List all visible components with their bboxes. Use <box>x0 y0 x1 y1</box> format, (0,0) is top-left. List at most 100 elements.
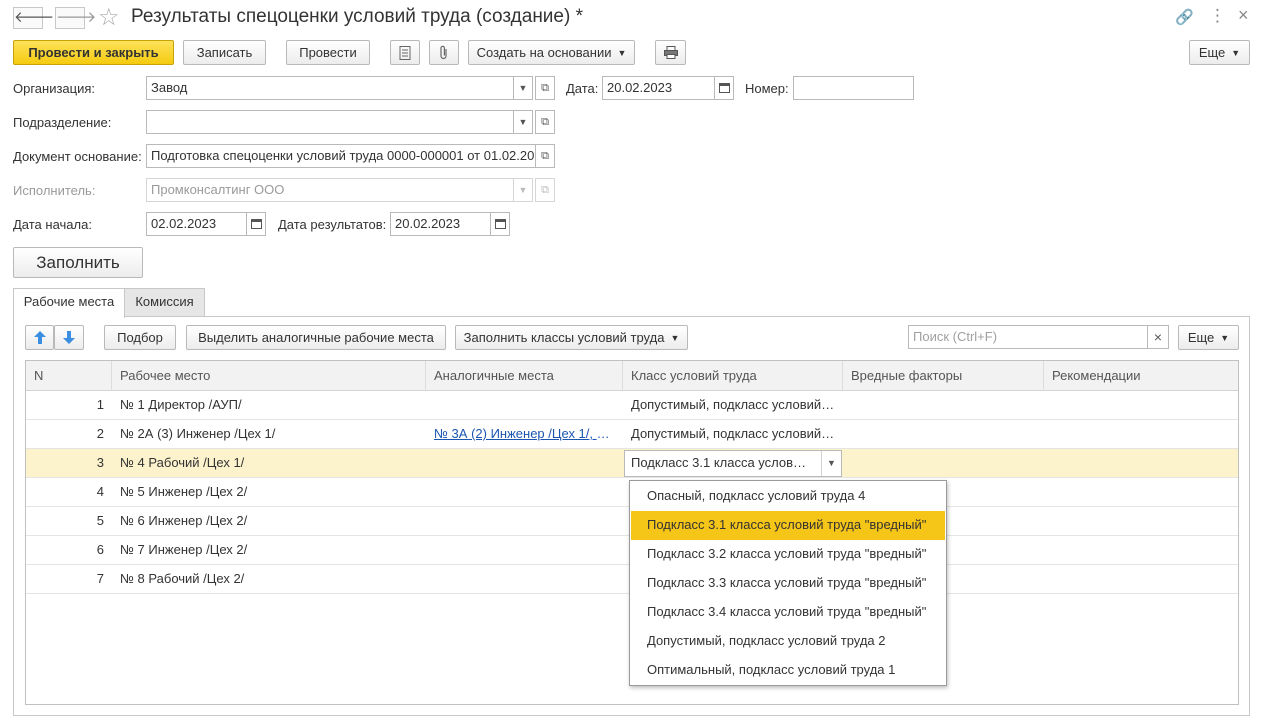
basis-document-label: Документ основание: <box>13 149 142 164</box>
class-dropdown-list: Опасный, подкласс условий труда 4 Подкла… <box>629 480 947 686</box>
organization-open-button[interactable]: ⧉ <box>535 76 555 100</box>
cell-similar[interactable]: № 3А (2) Инженер /Цех 1/, № 4А (2) Инжен… <box>426 420 623 449</box>
cell-similar[interactable] <box>426 565 623 594</box>
start-date-label: Дата начала: <box>13 217 92 232</box>
paperclip-icon <box>440 45 447 60</box>
tab-workplaces[interactable]: Рабочие места <box>13 288 125 318</box>
start-date-calendar-button[interactable] <box>246 212 266 236</box>
move-down-button[interactable] <box>54 325 84 350</box>
chevron-down-icon: ▼ <box>827 458 836 468</box>
table-row[interactable]: 1 № 1 Директор /АУП/ Допустимый, подклас… <box>26 391 1238 420</box>
fill-button[interactable]: Заполнить <box>13 247 143 278</box>
table-more-label: Еще <box>1187 330 1215 345</box>
date-calendar-button[interactable] <box>714 76 734 100</box>
department-field[interactable] <box>146 110 514 134</box>
select-button[interactable]: Подбор <box>104 325 176 350</box>
chevron-down-icon: ▼ <box>1220 333 1230 343</box>
start-date-field[interactable]: 02.02.2023 <box>146 212 247 236</box>
cell-recommendations <box>1044 565 1238 594</box>
cell-similar[interactable] <box>426 391 623 420</box>
move-up-button[interactable] <box>25 325 54 350</box>
close-icon: × <box>1153 329 1163 345</box>
department-dropdown-button[interactable]: ▼ <box>513 110 533 134</box>
fill-classes-label: Заполнить классы условий труда <box>463 330 665 345</box>
cell-workplace: № 2А (3) Инженер /Цех 1/ <box>120 426 276 441</box>
column-header-class[interactable]: Класс условий труда <box>623 361 843 391</box>
table-row-selected[interactable]: 3 № 4 Рабочий /Цех 1/ Подкласс 3.1 класс… <box>26 449 1238 478</box>
cell-recommendations <box>1044 536 1238 565</box>
cell-n: 2 <box>96 426 104 441</box>
back-button[interactable]: 🡐 <box>13 7 54 29</box>
save-button[interactable]: Записать <box>183 40 266 65</box>
search-clear-button[interactable]: × <box>1147 325 1169 349</box>
link-icon[interactable]: 🔗 <box>1175 8 1194 26</box>
chevron-down-icon: ▼ <box>1231 48 1241 58</box>
department-label: Подразделение: <box>13 115 112 130</box>
cell-n: 4 <box>96 484 104 499</box>
cell-similar[interactable] <box>426 449 623 478</box>
print-icon <box>663 46 678 59</box>
class-edit-value: Подкласс 3.1 класса условий труда <box>631 455 821 470</box>
more-label: Еще <box>1198 45 1226 60</box>
class-option[interactable]: Опасный, подкласс условий труда 4 <box>631 482 945 511</box>
column-header-factors[interactable]: Вредные факторы <box>843 361 1044 391</box>
date-field[interactable]: 20.02.2023 <box>602 76 715 100</box>
star-icon[interactable]: ☆ <box>98 3 120 32</box>
class-dropdown-button[interactable]: ▼ <box>821 451 841 476</box>
cell-recommendations <box>1044 391 1238 420</box>
search-input[interactable]: Поиск (Ctrl+F) <box>908 325 1148 349</box>
forward-button[interactable]: 🡒 <box>55 7 96 29</box>
column-header-workplace[interactable]: Рабочее место <box>112 361 426 391</box>
results-date-field[interactable]: 20.02.2023 <box>390 212 491 236</box>
print-button[interactable] <box>655 40 686 65</box>
arrow-right-icon: 🡒 <box>56 9 97 26</box>
post-button[interactable]: Провести <box>286 40 370 65</box>
column-header-recommendations[interactable]: Рекомендации <box>1044 361 1238 391</box>
table-more-button[interactable]: Еще ▼ <box>1178 325 1239 350</box>
basis-document-field[interactable]: Подготовка спецоценки условий труда 0000… <box>146 144 536 168</box>
list-button[interactable] <box>390 40 420 65</box>
more-button[interactable]: Еще ▼ <box>1189 40 1250 65</box>
window-title: Результаты спецоценки условий труда (соз… <box>131 6 583 27</box>
class-edit-field[interactable]: Подкласс 3.1 класса условий труда ▼ <box>624 450 842 477</box>
list-icon <box>399 46 411 60</box>
chevron-down-icon: ▼ <box>617 48 627 58</box>
arrow-left-icon: 🡐 <box>14 9 55 26</box>
department-open-button[interactable]: ⧉ <box>535 110 555 134</box>
cell-similar[interactable] <box>426 536 623 565</box>
class-option[interactable]: Оптимальный, подкласс условий труда 1 <box>631 656 945 685</box>
cell-similar[interactable] <box>426 507 623 536</box>
column-header-n[interactable]: N <box>26 361 112 391</box>
number-field[interactable] <box>793 76 914 100</box>
number-label: Номер: <box>745 81 789 96</box>
cell-similar[interactable] <box>426 478 623 507</box>
post-and-close-button[interactable]: Провести и закрыть <box>13 40 174 65</box>
cell-n: 1 <box>96 397 104 412</box>
create-based-on-button[interactable]: Создать на основании ▼ <box>468 40 635 65</box>
chevron-down-icon: ▼ <box>670 333 680 343</box>
class-option-highlighted[interactable]: Подкласс 3.1 класса условий труда "вредн… <box>631 511 945 540</box>
class-option[interactable]: Подкласс 3.3 класса условий труда "вредн… <box>631 569 945 598</box>
cell-workplace: № 4 Рабочий /Цех 1/ <box>120 455 245 470</box>
tab-commission[interactable]: Комиссия <box>124 288 205 316</box>
arrow-up-icon <box>33 331 46 344</box>
cell-workplace: № 1 Директор /АУП/ <box>120 397 242 412</box>
arrow-down-icon <box>63 331 75 344</box>
class-option[interactable]: Допустимый, подкласс условий труда 2 <box>631 627 945 656</box>
class-option[interactable]: Подкласс 3.4 класса условий труда "вредн… <box>631 598 945 627</box>
organization-dropdown-button[interactable]: ▼ <box>513 76 533 100</box>
cell-class: Допустимый, подкласс условий труда 2 <box>631 426 843 441</box>
attach-button[interactable] <box>429 40 459 65</box>
column-header-similar[interactable]: Аналогичные места <box>426 361 623 391</box>
fill-classes-button[interactable]: Заполнить классы условий труда ▼ <box>455 325 688 350</box>
close-icon[interactable]: × <box>1238 5 1249 26</box>
basis-document-open-button[interactable]: ⧉ <box>535 144 555 168</box>
organization-field[interactable]: Завод <box>146 76 514 100</box>
more-vertical-icon[interactable]: ⋮ <box>1209 6 1226 26</box>
class-option[interactable]: Подкласс 3.2 класса условий труда "вредн… <box>631 540 945 569</box>
table-row[interactable]: 2 № 2А (3) Инженер /Цех 1/ № 3А (2) Инже… <box>26 420 1238 449</box>
results-date-calendar-button[interactable] <box>490 212 510 236</box>
highlight-similar-button[interactable]: Выделить аналогичные рабочие места <box>186 325 446 350</box>
chevron-down-icon: ▼ <box>518 185 528 195</box>
cell-factors <box>843 449 1044 478</box>
